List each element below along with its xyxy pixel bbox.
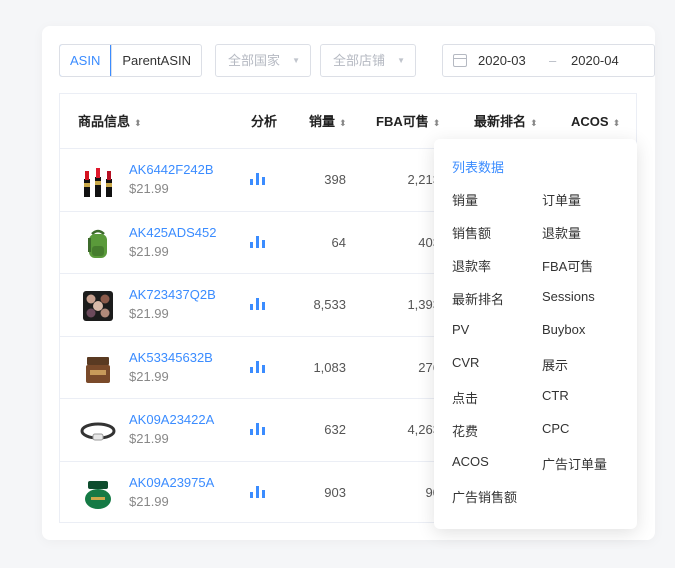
column-option[interactable]: 订单量 [542,190,581,209]
product-price: $21.99 [129,306,169,321]
bar-chart-icon[interactable] [250,423,268,435]
column-option[interactable]: PV [452,322,469,337]
column-option[interactable]: CTR [542,388,569,403]
column-option[interactable]: 花费 [452,421,478,440]
sales-value: 8,533 [313,297,346,312]
column-option[interactable]: ACOS [452,454,489,469]
product-price: $21.99 [129,431,169,446]
store-select-value: 全部店铺 [333,53,386,68]
column-option[interactable]: Buybox [542,322,585,337]
header-fba-label: FBA可售 [376,114,429,129]
store-select[interactable]: 全部店铺 ▼ [320,44,416,77]
chevron-down-icon: ▼ [397,56,405,65]
sort-caret-icon[interactable]: ⬍ [339,118,347,128]
fba-value: 276 [418,359,440,375]
sort-caret-icon[interactable]: ⬍ [530,118,538,128]
fba-value: 4,263 [407,422,440,437]
column-option[interactable]: 销量 [452,190,478,209]
product-price: $21.99 [129,243,169,259]
eyeshadow-palette-thumbnail [83,291,113,321]
green-jar-thumbnail [85,480,111,509]
date-separator: – [549,53,557,68]
column-picker-dropdown: 列表数据 销量 订单量 销售额 退款量 退款率 FBA可售 最新排名 Sessi… [434,139,637,529]
header-product-label: 商品信息 [78,114,131,129]
product-name-link[interactable]: AK53345632B [129,350,213,365]
column-option[interactable]: 广告销售额 [452,487,517,506]
header-analysis: 分析 [251,114,278,129]
calendar-icon [453,54,467,67]
bar-chart-icon[interactable] [250,173,268,185]
sales-value: 632 [324,422,346,437]
product-name-link[interactable]: AK09A23422A [129,412,214,427]
country-select[interactable]: 全部国家 ▼ [215,44,311,77]
column-option[interactable]: 退款量 [542,223,581,242]
product-name-link[interactable]: AK6442F242B [129,162,214,177]
sales-value: 1,083 [313,359,346,375]
lipstick-thumbnail [84,168,112,197]
column-option[interactable]: 销售额 [452,223,491,242]
sales-value: 64 [331,234,346,250]
header-sales-label: 销量 [309,114,336,129]
product-name-link[interactable]: AK425ADS452 [129,225,216,240]
column-option[interactable]: CVR [452,355,479,370]
sales-value: 903 [324,484,346,500]
dropdown-title: 列表数据 [452,160,505,175]
sort-caret-icon[interactable]: ⬍ [433,118,441,128]
header-sales[interactable]: 销量 ⬍ [309,94,347,149]
header-rank-label: 最新排名 [474,114,527,129]
fba-value: 2,213 [407,172,440,187]
product-name-link[interactable]: AK09A23975A [129,475,214,490]
asin-type-toggle: ASIN ParentASIN [59,44,202,77]
sales-value: 398 [324,172,346,187]
column-option[interactable]: 点击 [452,388,478,407]
tab-asin[interactable]: ASIN [60,45,112,76]
column-option[interactable]: 退款率 [452,256,491,275]
date-end[interactable]: 2020-04 [571,45,619,76]
header-product[interactable]: 商品信息 ⬍ [78,94,142,149]
header-fba[interactable]: FBA可售 ⬍ [376,94,440,149]
column-option[interactable]: CPC [542,421,569,436]
fba-value: 403 [418,234,440,250]
product-price: $21.99 [129,181,169,196]
tab-parent-asin[interactable]: ParentASIN [111,45,201,76]
bar-chart-icon[interactable] [250,485,268,498]
product-name-link[interactable]: AK723437Q2B [129,287,216,302]
column-option[interactable]: 展示 [542,355,568,374]
filter-bar: ASIN ParentASIN 全部国家 ▼ 全部店铺 ▼ 2020-03 – … [59,44,655,77]
bar-chart-icon[interactable] [250,235,268,248]
product-price: $21.99 [129,493,169,509]
column-option[interactable]: 广告订单量 [542,454,607,473]
bar-chart-icon[interactable] [250,360,268,373]
sort-caret-icon[interactable]: ⬍ [613,118,621,128]
date-start[interactable]: 2020-03 [478,45,526,76]
header-acos-label: ACOS [571,114,609,129]
product-price: $21.99 [129,368,169,384]
date-range-picker[interactable]: 2020-03 – 2020-04 [442,44,655,77]
country-select-value: 全部国家 [228,53,281,68]
fba-value: 1,393 [407,297,440,312]
headband-thumbnail [80,422,116,441]
cream-jar-thumbnail [86,356,110,383]
chevron-down-icon: ▼ [292,56,300,65]
column-option[interactable]: 最新排名 [452,289,504,308]
backpack-thumbnail [88,229,107,258]
bar-chart-icon[interactable] [250,298,268,310]
fba-value: 90 [425,484,440,500]
column-option[interactable]: Sessions [542,289,595,304]
sort-caret-icon[interactable]: ⬍ [134,118,142,128]
column-option[interactable]: FBA可售 [542,256,593,275]
